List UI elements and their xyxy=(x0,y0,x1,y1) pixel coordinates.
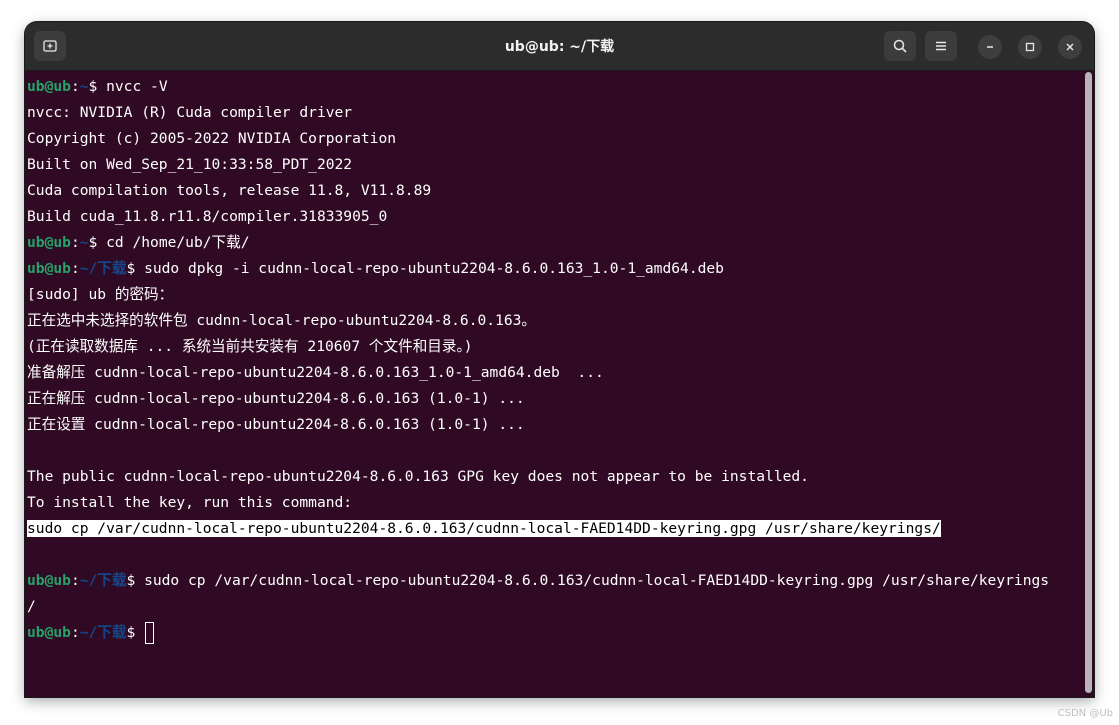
output-line: / xyxy=(27,594,1081,620)
prompt-separator: : xyxy=(70,78,80,95)
output-line: 正在选中未选择的软件包 cudnn-local-repo-ubuntu2204-… xyxy=(27,308,1081,334)
output-text: 准备解压 cudnn-local-repo-ubuntu2204-8.6.0.1… xyxy=(27,364,604,381)
output-line: To install the key, run this command: xyxy=(27,490,1081,516)
terminal-window: ub@ub: ~/下载 ub@ub:~$ nvcc -V nvcc: NVIDI… xyxy=(25,22,1094,697)
output-line: (正在读取数据库 ... 系统当前共安装有 210607 个文件和目录。) xyxy=(27,334,1081,360)
prompt-separator: : xyxy=(70,624,80,641)
prompt-symbol: $ xyxy=(126,624,145,641)
command-text: sudo dpkg -i cudnn-local-repo-ubuntu2204… xyxy=(144,260,724,277)
prompt-symbol: $ xyxy=(126,260,145,277)
prompt-path: ~/下载 xyxy=(79,260,127,277)
prompt-user: ub@ub xyxy=(27,260,71,277)
maximize-icon xyxy=(1025,42,1035,52)
search-button[interactable] xyxy=(884,31,916,61)
prompt-separator: : xyxy=(70,572,80,589)
output-text: 正在设置 cudnn-local-repo-ubuntu2204-8.6.0.1… xyxy=(27,416,525,433)
title-bar: ub@ub: ~/下载 xyxy=(25,22,1094,71)
output-text: nvcc: NVIDIA (R) Cuda compiler driver xyxy=(27,104,353,121)
prompt-line: ub@ub:~/下载$ xyxy=(27,620,1081,646)
prompt-user: ub@ub xyxy=(27,624,71,641)
prompt-symbol: $ xyxy=(126,572,145,589)
prompt-path: ~/下载 xyxy=(79,624,127,641)
prompt-user: ub@ub xyxy=(27,234,71,251)
prompt-line: ub@ub:~/下载$ sudo cp /var/cudnn-local-rep… xyxy=(27,568,1081,594)
output-line: Cuda compilation tools, release 11.8, V1… xyxy=(27,178,1081,204)
output-line: 正在解压 cudnn-local-repo-ubuntu2204-8.6.0.1… xyxy=(27,386,1081,412)
prompt-path: ~ xyxy=(79,234,89,251)
prompt-user: ub@ub xyxy=(27,78,71,95)
output-line: Build cuda_11.8.r11.8/compiler.31833905_… xyxy=(27,204,1081,230)
search-icon xyxy=(893,39,907,53)
command-text: sudo cp /var/cudnn-local-repo-ubuntu2204… xyxy=(144,572,1050,589)
output-line: Copyright (c) 2005-2022 NVIDIA Corporati… xyxy=(27,126,1081,152)
scrollbar-thumb[interactable] xyxy=(1085,72,1092,693)
terminal-output[interactable]: ub@ub:~$ nvcc -V nvcc: NVIDIA (R) Cuda co… xyxy=(27,74,1081,694)
prompt-line: ub@ub:~/下载$ sudo dpkg -i cudnn-local-rep… xyxy=(27,256,1081,282)
command-text: nvcc -V xyxy=(106,78,168,95)
prompt-user: ub@ub xyxy=(27,572,71,589)
output-text: 正在选中未选择的软件包 cudnn-local-repo-ubuntu2204-… xyxy=(27,312,537,329)
command-text: cd /home/ub/下载/ xyxy=(106,234,250,251)
prompt-separator: : xyxy=(70,234,80,251)
output-text: Copyright (c) 2005-2022 NVIDIA Corporati… xyxy=(27,130,397,147)
maximize-button[interactable] xyxy=(1018,35,1042,59)
output-line: The public cudnn-local-repo-ubuntu2204-8… xyxy=(27,464,1081,490)
new-tab-icon xyxy=(43,40,57,52)
prompt-separator: : xyxy=(70,260,80,277)
output-text: / xyxy=(27,598,36,615)
output-line: 正在设置 cudnn-local-repo-ubuntu2204-8.6.0.1… xyxy=(27,412,1081,438)
output-text: Built on Wed_Sep_21_10:33:58_PDT_2022 xyxy=(27,156,353,173)
prompt-path: ~/下载 xyxy=(79,572,127,589)
minimize-icon xyxy=(987,46,993,48)
prompt-line: ub@ub:~$ nvcc -V xyxy=(27,74,1081,100)
output-line: Built on Wed_Sep_21_10:33:58_PDT_2022 xyxy=(27,152,1081,178)
prompt-path: ~ xyxy=(79,78,89,95)
output-text: To install the key, run this command: xyxy=(27,494,353,511)
output-text: (正在读取数据库 ... 系统当前共安装有 210607 个文件和目录。) xyxy=(27,338,473,355)
minimize-button[interactable] xyxy=(978,35,1002,59)
prompt-symbol: $ xyxy=(88,78,107,95)
output-text: 正在解压 cudnn-local-repo-ubuntu2204-8.6.0.1… xyxy=(27,390,525,407)
close-button[interactable] xyxy=(1058,35,1082,59)
hamburger-menu-icon xyxy=(936,41,946,51)
output-text: Build cuda_11.8.r11.8/compiler.31833905_… xyxy=(27,208,388,225)
output-text: [sudo] ub 的密码： xyxy=(27,286,174,303)
close-icon xyxy=(1066,43,1074,51)
output-line: nvcc: NVIDIA (R) Cuda compiler driver xyxy=(27,100,1081,126)
output-text: Cuda compilation tools, release 11.8, V1… xyxy=(27,182,432,199)
menu-button[interactable] xyxy=(925,31,957,61)
output-line: 准备解压 cudnn-local-repo-ubuntu2204-8.6.0.1… xyxy=(27,360,1081,386)
selected-text: sudo cp /var/cudnn-local-repo-ubuntu2204… xyxy=(27,520,941,537)
new-tab-button[interactable] xyxy=(34,31,66,61)
prompt-symbol: $ xyxy=(88,234,107,251)
output-text: The public cudnn-local-repo-ubuntu2204-8… xyxy=(27,468,809,485)
output-line: [sudo] ub 的密码： xyxy=(27,282,1081,308)
prompt-line: ub@ub:~$ cd /home/ub/下载/ xyxy=(27,230,1081,256)
text-cursor xyxy=(145,622,155,644)
scrollbar[interactable] xyxy=(1085,72,1092,693)
output-line: sudo cp /var/cudnn-local-repo-ubuntu2204… xyxy=(27,516,1081,542)
watermark-text: CSDN @Ub xyxy=(1057,708,1113,719)
